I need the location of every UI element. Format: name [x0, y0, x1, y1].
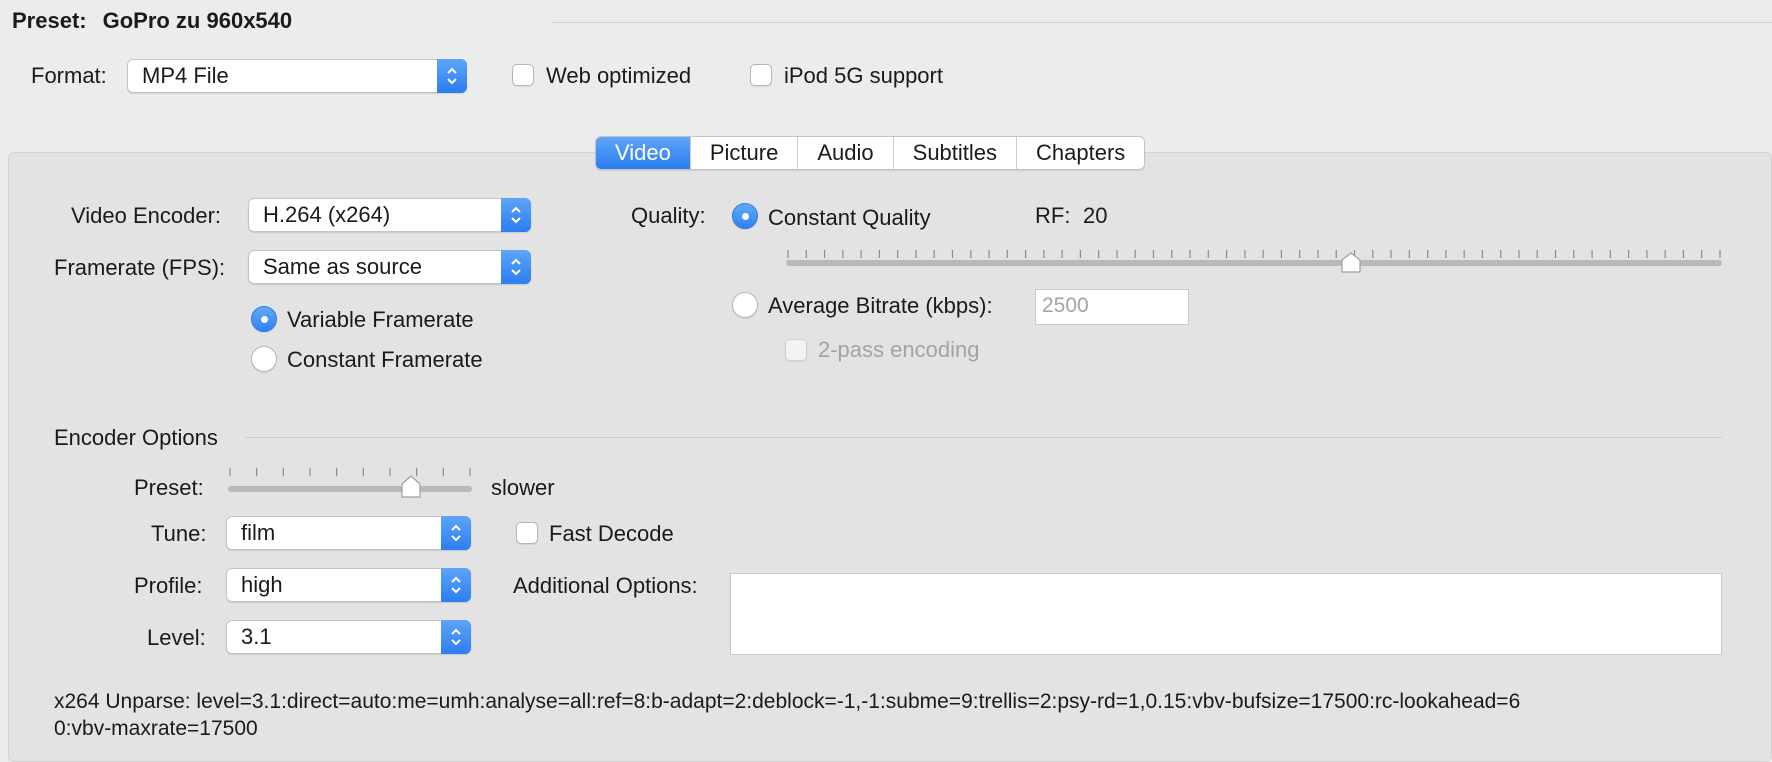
tab-chapters[interactable]: Chapters [1017, 137, 1144, 169]
average-bitrate-label: Average Bitrate (kbps): [768, 293, 993, 318]
popup-arrows-icon [501, 250, 531, 284]
level-value: 3.1 [241, 624, 272, 649]
variable-framerate-label: Variable Framerate [287, 307, 474, 332]
encoder-preset-label: Preset: [134, 475, 204, 500]
additional-options-label: Additional Options: [513, 573, 698, 598]
preset-label: Preset: [12, 8, 87, 33]
tune-popup[interactable]: film [226, 516, 471, 550]
encoder-options-divider [245, 437, 1722, 438]
fast-decode-label: Fast Decode [549, 521, 674, 546]
ipod-checkbox[interactable] [750, 64, 772, 86]
rf-slider-thumb[interactable] [1340, 252, 1362, 279]
variable-framerate-radio[interactable] [251, 306, 277, 332]
format-label: Format: [31, 63, 107, 88]
tab-picture[interactable]: Picture [691, 137, 799, 169]
level-label: Level: [147, 625, 206, 650]
video-encoder-label: Video Encoder: [71, 203, 222, 228]
additional-options-input[interactable] [730, 573, 1722, 655]
encoder-preset-value: slower [491, 475, 555, 500]
average-bitrate-radio[interactable] [732, 292, 758, 318]
level-popup[interactable]: 3.1 [226, 620, 471, 654]
encoder-options-title: Encoder Options [54, 425, 218, 450]
rf-slider-track[interactable] [786, 260, 1722, 266]
profile-label: Profile: [134, 573, 203, 598]
format-popup[interactable]: MP4 File [127, 59, 467, 93]
settings-panel [8, 152, 1772, 762]
header-divider [552, 22, 1772, 23]
preset-slider-thumb[interactable] [400, 475, 422, 504]
constant-quality-label: Constant Quality [768, 205, 931, 230]
profile-popup[interactable]: high [226, 568, 471, 602]
preset-name: GoPro zu 960x540 [102, 8, 293, 33]
x264-unparse-line-1: x264 Unparse: level=3.1:direct=auto:me=u… [54, 690, 1521, 713]
tune-value: film [241, 520, 276, 545]
popup-arrows-icon [441, 620, 471, 654]
constant-framerate-radio[interactable] [251, 346, 277, 372]
popup-arrows-icon [437, 59, 467, 93]
popup-arrows-icon [441, 568, 471, 602]
quality-label: Quality: [631, 203, 706, 228]
fast-decode-checkbox[interactable] [516, 522, 538, 544]
profile-value: high [241, 572, 283, 597]
framerate-value: Same as source [263, 254, 422, 279]
constant-quality-radio[interactable] [732, 203, 758, 229]
preset-slider-ticks [229, 468, 471, 476]
rf-label: RF: [1035, 203, 1071, 228]
rf-slider-ticks [787, 250, 1721, 258]
video-encoder-popup[interactable]: H.264 (x264) [248, 198, 531, 232]
ipod-label: iPod 5G support [784, 63, 943, 88]
x264-unparse-line-2: 0:vbv-maxrate=17500 [54, 717, 258, 740]
popup-arrows-icon [501, 198, 531, 232]
framerate-popup[interactable]: Same as source [248, 250, 531, 284]
tab-subtitles[interactable]: Subtitles [894, 137, 1018, 169]
tab-audio[interactable]: Audio [798, 137, 894, 169]
framerate-label: Framerate (FPS): [54, 255, 226, 280]
tune-label: Tune: [151, 521, 207, 546]
tab-bar: Video Picture Audio Subtitles Chapters [595, 136, 1146, 170]
web-optimized-label: Web optimized [546, 63, 692, 88]
format-value: MP4 File [142, 63, 229, 88]
two-pass-label: 2-pass encoding [818, 337, 980, 362]
tab-video[interactable]: Video [596, 137, 691, 169]
preset-slider-track[interactable] [228, 486, 472, 492]
web-optimized-checkbox[interactable] [512, 64, 534, 86]
bitrate-input[interactable]: 2500 [1035, 289, 1189, 325]
preset-header: Preset: GoPro zu 960x540 [12, 8, 292, 34]
constant-framerate-label: Constant Framerate [287, 347, 483, 372]
rf-value: 20 [1083, 203, 1108, 228]
two-pass-checkbox[interactable] [785, 339, 807, 361]
popup-arrows-icon [441, 516, 471, 550]
video-encoder-value: H.264 (x264) [263, 202, 391, 227]
